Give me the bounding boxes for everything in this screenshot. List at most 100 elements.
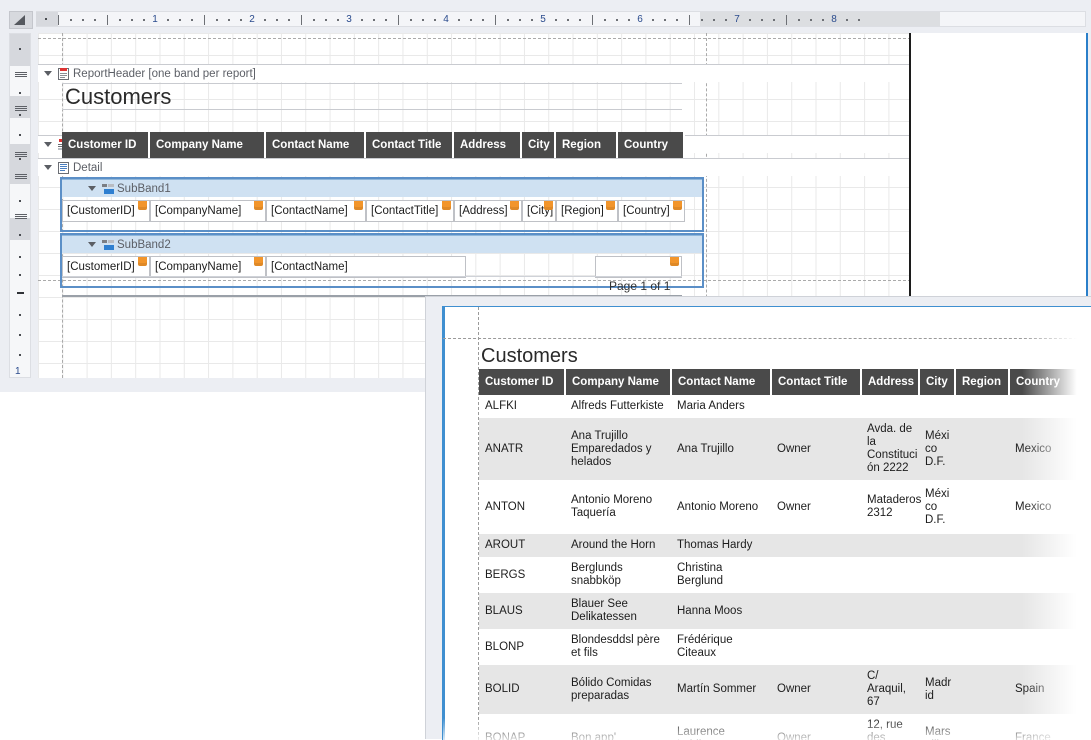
preview-table-row[interactable]: BONAP Bon app' Laurence Lebihan Owner 12, ru…	[479, 714, 1091, 740]
preview-cell-country	[1009, 593, 1091, 629]
preview-table-row[interactable]: BOLID Bólido Comidas preparadas Martín Som…	[479, 665, 1091, 714]
subband1-field-5[interactable]: [Address]	[454, 200, 522, 222]
preview-cell-city: Madr id	[919, 665, 955, 714]
band-label-detail: Detail	[73, 161, 103, 174]
data-binding-tag-icon[interactable]	[606, 201, 615, 210]
preview-table-row[interactable]: ALFKI Alfreds Futterkiste Maria Anders	[479, 395, 1091, 418]
band-strip-detail[interactable]: Detail	[38, 158, 911, 176]
designer-column-header-4[interactable]: Contact Title	[366, 132, 454, 158]
band-strip-subband2[interactable]: SubBand2	[62, 235, 702, 253]
preview-cell-country: Mexico	[1015, 500, 1052, 513]
subband2-field-row: [CustomerID] [CompanyName] [ContactName]	[62, 256, 466, 278]
ruler-corner-button[interactable]	[9, 11, 33, 29]
subband2-field-3[interactable]: [ContactName]	[266, 256, 466, 278]
band-resize-grip-icon[interactable]	[15, 152, 27, 161]
data-binding-tag-icon[interactable]	[544, 201, 553, 210]
subband1-field-3[interactable]: [ContactName]	[266, 200, 366, 222]
data-binding-tag-icon[interactable]	[442, 201, 451, 210]
preview-table-row[interactable]: BERGS Berglunds snabbköp Christina Berglun…	[479, 557, 1091, 593]
vruler-band-segment[interactable]	[10, 118, 30, 144]
ruler-minor-tick	[70, 19, 73, 21]
designer-column-header-5[interactable]: Address	[454, 132, 522, 158]
preview-cell-address	[861, 395, 919, 418]
ruler-minor-tick	[385, 19, 388, 21]
collapse-triangle-icon[interactable]	[44, 165, 52, 170]
designer-column-header-6[interactable]: City	[522, 132, 556, 158]
designer-column-header-8[interactable]: Country	[618, 132, 685, 158]
preview-table-row[interactable]: AROUT Around the Horn Thomas Hardy	[479, 534, 1091, 557]
preview-cell-contact_title	[771, 629, 861, 665]
ruler-major-tick	[785, 15, 787, 25]
ruler-start-cell	[36, 12, 58, 26]
band-resize-grip-icon[interactable]	[15, 72, 27, 81]
designer-column-header-7[interactable]: Region	[556, 132, 618, 158]
preview-customers-table: Customer ID Company Name Contact Name Conta…	[479, 369, 1091, 740]
collapse-triangle-icon[interactable]	[88, 186, 96, 191]
subband1-field-4[interactable]: [ContactTitle]	[366, 200, 454, 222]
page-footer-text[interactable]: Page 1 of 1	[609, 279, 670, 293]
field-expression-label: [CompanyName]	[155, 205, 242, 217]
preview-cell-country	[1009, 534, 1091, 557]
subband2-field-1[interactable]: [CustomerID]	[62, 256, 150, 278]
collapse-triangle-icon[interactable]	[44, 71, 52, 76]
preview-page[interactable]: Customers Customer ID Company Name Contact…	[442, 306, 1091, 740]
designer-column-header-3[interactable]: Contact Name	[266, 132, 366, 158]
data-binding-tag-icon[interactable]	[254, 201, 263, 210]
preview-column-header-3: Contact Name	[671, 369, 772, 395]
preview-top-margin-guide	[443, 338, 1091, 339]
preview-cell-country: Spain	[1009, 665, 1091, 714]
vruler-band-segment[interactable]	[10, 240, 30, 377]
subband2-empty-field[interactable]	[595, 256, 682, 278]
vruler-band-segment[interactable]	[10, 34, 30, 66]
designer-column-header-1[interactable]: Customer ID	[62, 132, 150, 158]
data-binding-tag-icon[interactable]	[254, 257, 263, 266]
vertical-ruler[interactable]: 1	[9, 33, 31, 378]
ruler-minor-tick	[858, 19, 861, 21]
preview-table-row[interactable]: ANATR Ana Trujillo Emparedados y helados A…	[479, 418, 1091, 480]
ruler-corner-triangle-icon	[14, 15, 25, 25]
data-binding-tag-icon[interactable]	[510, 201, 519, 210]
ruler-major-tick	[106, 15, 108, 25]
collapse-triangle-icon[interactable]	[44, 142, 52, 147]
preview-cell-company_name: Bon app'	[571, 732, 617, 740]
band-resize-grip-icon[interactable]	[15, 174, 27, 183]
band-strip-report-header[interactable]: ReportHeader [one band per report]	[38, 64, 911, 82]
field-expression-label: [ContactName]	[271, 261, 348, 273]
data-binding-tag-icon[interactable]	[670, 257, 679, 266]
field-expression-label: [CustomerID]	[67, 261, 135, 273]
preview-cell-company_name: Berglunds snabbköp	[571, 562, 623, 587]
band-strip-subband1[interactable]: SubBand1	[62, 179, 702, 197]
data-binding-tag-icon[interactable]	[138, 257, 147, 266]
subband2-field-2[interactable]: [CompanyName]	[150, 256, 266, 278]
subband1-field-2[interactable]: [CompanyName]	[150, 200, 266, 222]
preview-cell-city: Mars eille	[925, 725, 951, 740]
ruler-minor-tick	[433, 19, 436, 21]
subband1-field-7[interactable]: [Region]	[556, 200, 618, 222]
preview-cell-company_name: Bólido Comidas preparadas	[565, 665, 671, 714]
designer-column-header-2[interactable]: Company Name	[150, 132, 266, 158]
data-binding-tag-icon[interactable]	[673, 201, 682, 210]
collapse-triangle-icon[interactable]	[88, 242, 96, 247]
subband1-field-6[interactable]: [City]	[522, 200, 556, 222]
ruler-minor-tick	[470, 19, 473, 21]
vruler-tick	[19, 256, 21, 258]
ruler-minor-tick	[773, 19, 776, 21]
ruler-major-tick	[688, 15, 690, 25]
preview-cell-address: Mataderos 2312	[867, 494, 922, 519]
data-binding-tag-icon[interactable]	[354, 201, 363, 210]
band-resize-grip-icon[interactable]	[15, 214, 27, 223]
horizontal-ruler[interactable]: 1 2 3 4 5 6 7 8	[36, 11, 1086, 27]
subband1-field-8[interactable]: [Country]	[618, 200, 685, 222]
preview-table-row[interactable]: BLONP Blondesddsl père et fils Frédérique …	[479, 629, 1091, 665]
subband1-field-1[interactable]: [CustomerID]	[62, 200, 150, 222]
preview-column-header-8: Country	[1009, 369, 1091, 395]
preview-cell-customer_id: BOLID	[479, 665, 565, 714]
preview-column-header-5: Address	[861, 369, 920, 395]
data-binding-tag-icon[interactable]	[138, 201, 147, 210]
report-title-text[interactable]: Customers	[65, 84, 171, 110]
preview-table-row[interactable]: BLAUS Blauer See Delikatessen Hanna Moos	[479, 593, 1091, 629]
band-resize-grip-icon[interactable]	[15, 106, 27, 115]
ruler-minor-tick	[130, 19, 133, 21]
preview-table-row[interactable]: ANTON Antonio Moreno Taquería Antonio More…	[479, 480, 1091, 534]
ruler-minor-tick	[167, 19, 170, 21]
